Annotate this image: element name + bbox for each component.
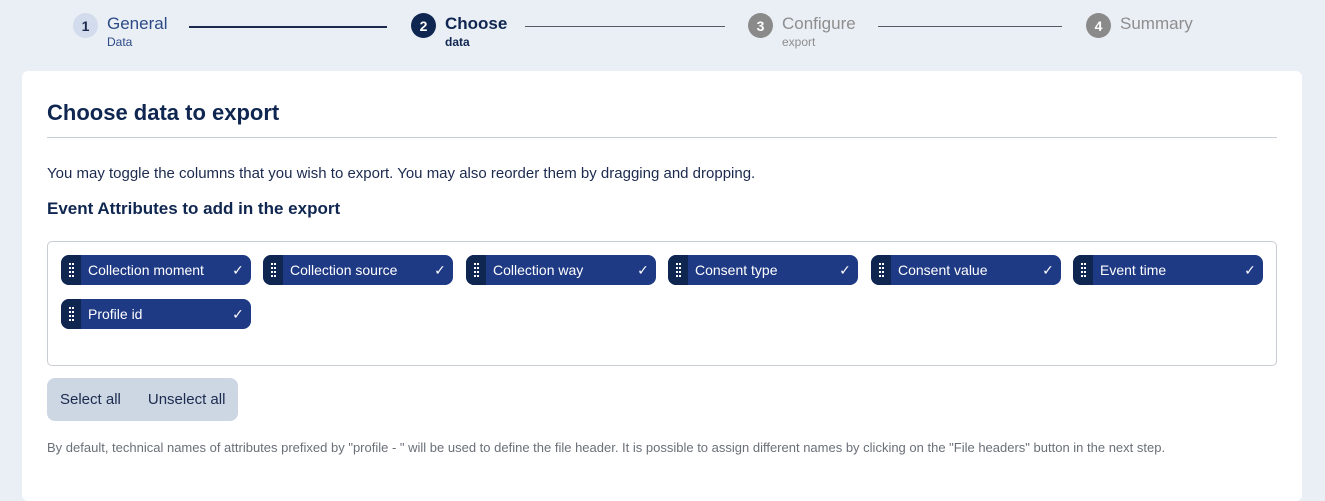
step-subtitle: data (445, 35, 470, 49)
check-icon[interactable]: ✓ (227, 306, 249, 323)
attribute-chip[interactable]: Consent type ✓ (668, 255, 858, 285)
unselect-all-button[interactable]: Unselect all (148, 391, 226, 408)
export-card: Choose data to export You may toggle the… (22, 71, 1302, 501)
step-number: 2 (411, 13, 436, 38)
check-icon[interactable]: ✓ (1037, 262, 1059, 279)
step-number: 4 (1086, 13, 1111, 38)
step-title: Choose (445, 14, 508, 33)
step-number: 3 (748, 13, 773, 38)
drag-handle-icon[interactable] (263, 255, 283, 285)
step-choose[interactable]: 2 Choose data (411, 13, 507, 49)
file-header-footnote: By default, technical names of attribute… (47, 440, 1166, 455)
step-configure: 3 Configure export (748, 13, 856, 49)
attribute-chip[interactable]: Consent value ✓ (871, 255, 1061, 285)
attribute-chip-label: Collection moment (88, 262, 204, 278)
drag-handle-icon[interactable] (61, 299, 81, 329)
check-icon[interactable]: ✓ (1239, 262, 1261, 279)
page-title: Choose data to export (47, 100, 280, 125)
step-subtitle: export (782, 35, 816, 49)
drag-handle-icon[interactable] (61, 255, 81, 285)
attribute-chip[interactable]: Collection way ✓ (466, 255, 656, 285)
step-title: Summary (1120, 14, 1193, 33)
select-all-button[interactable]: Select all (60, 391, 121, 408)
check-icon[interactable]: ✓ (834, 262, 856, 279)
step-title: Configure (782, 14, 856, 33)
attribute-chip-label: Consent type (695, 262, 778, 278)
drag-handle-icon[interactable] (668, 255, 688, 285)
step-title: General (107, 14, 168, 33)
step-number: 1 (73, 13, 98, 38)
attribute-chip-label: Profile id (88, 306, 143, 322)
drag-handle-icon[interactable] (466, 255, 486, 285)
attribute-chip-label: Event time (1100, 262, 1167, 278)
attribute-chip-list: Collection moment ✓ Collection source ✓ … (47, 241, 1277, 366)
drag-handle-icon[interactable] (1073, 255, 1093, 285)
drag-handle-icon[interactable] (871, 255, 891, 285)
attribute-chip-label: Collection source (290, 262, 398, 278)
attribute-chip[interactable]: Event time ✓ (1073, 255, 1263, 285)
step-connector (189, 26, 387, 28)
step-subtitle: Data (107, 35, 133, 49)
attribute-chip-label: Consent value (898, 262, 988, 278)
step-connector (525, 26, 725, 27)
attribute-chip[interactable]: Profile id ✓ (61, 299, 251, 329)
step-connector (878, 26, 1062, 27)
title-divider (47, 137, 1277, 138)
check-icon[interactable]: ✓ (429, 262, 451, 279)
section-title: Event Attributes to add in the export (47, 199, 341, 218)
check-icon[interactable]: ✓ (632, 262, 654, 279)
step-summary: 4 Summary (1086, 13, 1193, 38)
step-general[interactable]: 1 General Data (73, 13, 167, 49)
stepper: 1 General Data 2 Choose data 3 Configure… (0, 0, 1325, 70)
attribute-chip[interactable]: Collection source ✓ (263, 255, 453, 285)
attribute-chip[interactable]: Collection moment ✓ (61, 255, 251, 285)
intro-text: You may toggle the columns that you wish… (47, 165, 756, 182)
selection-button-group: Select all Unselect all (47, 378, 239, 421)
check-icon[interactable]: ✓ (227, 262, 249, 279)
attribute-chip-label: Collection way (493, 262, 584, 278)
